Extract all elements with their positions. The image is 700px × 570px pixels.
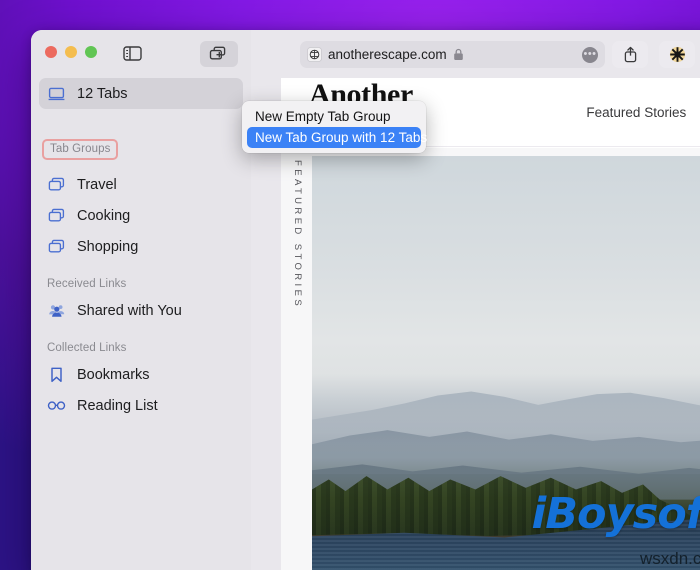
section-collected-links: Collected Links Bookmarks	[31, 342, 251, 421]
source-tag: wsxdn.com	[640, 549, 700, 569]
url-text: anotherescape.com	[328, 47, 447, 62]
tab-group-icon	[47, 175, 66, 194]
sidebar-item-cooking[interactable]: Cooking	[39, 200, 243, 231]
more-options-icon[interactable]: •••	[582, 47, 598, 63]
display-icon	[47, 84, 66, 103]
sidebar-item-label: Reading List	[77, 398, 158, 414]
sidebar-item-travel[interactable]: Travel	[39, 169, 243, 200]
site-favicon-icon	[307, 47, 322, 62]
section-header-received-links: Received Links	[31, 278, 251, 290]
window-controls	[45, 46, 97, 58]
sidebar-item-label: 12 Tabs	[77, 86, 128, 102]
section-header-collected-links: Collected Links	[31, 342, 251, 354]
lock-icon	[453, 48, 465, 61]
tab-group-icon	[47, 237, 66, 256]
sidebar-toggle-icon[interactable]	[118, 43, 146, 63]
iboysoft-watermark: iBoysoft	[532, 489, 700, 539]
browser-window: 12 Tabs Tab Groups Travel	[31, 30, 700, 570]
close-button[interactable]	[45, 46, 57, 58]
address-bar[interactable]: anotherescape.com •••	[300, 41, 605, 68]
sidebar-item-tabs[interactable]: 12 Tabs	[39, 78, 243, 109]
menu-item-new-empty-tab-group[interactable]: New Empty Tab Group	[247, 106, 421, 127]
sidebar-item-reading-list[interactable]: Reading List	[39, 390, 243, 421]
browser-toolbar: anotherescape.com •••	[251, 30, 700, 78]
sidebar-item-shopping[interactable]: Shopping	[39, 231, 243, 262]
bookmark-icon	[47, 365, 66, 384]
sidebar-list: 12 Tabs Tab Groups Travel	[31, 78, 251, 570]
menu-item-new-tab-group-with-tabs[interactable]: New Tab Group with 12 Tabs	[247, 127, 421, 148]
zoom-button[interactable]	[85, 46, 97, 58]
sidebar-item-label: Shared with You	[77, 303, 182, 319]
section-header-tab-groups: Tab Groups	[42, 139, 118, 160]
tab-group-icon	[47, 206, 66, 225]
sidebar: 12 Tabs Tab Groups Travel	[31, 30, 251, 570]
hero-photo: iBoysoft wsxdn.com	[312, 156, 700, 570]
sidebar-item-label: Travel	[77, 177, 117, 193]
article-body: FEATURED STORIES iBoysoft wsxdn.com	[281, 148, 700, 570]
new-tab-group-menu: New Empty Tab Group New Tab Group with 1…	[242, 101, 426, 153]
minimize-button[interactable]	[65, 46, 77, 58]
extension-icon[interactable]	[659, 41, 695, 68]
sidebar-item-label: Shopping	[77, 239, 138, 255]
article-kicker: FEATURED STORIES	[292, 160, 303, 309]
people-icon	[47, 301, 66, 320]
sidebar-item-label: Bookmarks	[77, 367, 150, 383]
nav-link-featured-stories[interactable]: Featured Stories	[586, 105, 686, 120]
sidebar-item-label: Cooking	[77, 208, 130, 224]
share-icon[interactable]	[612, 41, 648, 68]
glasses-icon	[47, 396, 66, 415]
new-tab-group-icon[interactable]	[200, 41, 238, 67]
sidebar-item-bookmarks[interactable]: Bookmarks	[39, 359, 243, 390]
site-nav: Featured Stories Vol	[586, 105, 700, 120]
section-tab-groups: Tab Groups Travel	[31, 123, 251, 262]
section-received-links: Received Links Shared with You	[31, 278, 251, 326]
sidebar-item-shared-with-you[interactable]: Shared with You	[39, 295, 243, 326]
